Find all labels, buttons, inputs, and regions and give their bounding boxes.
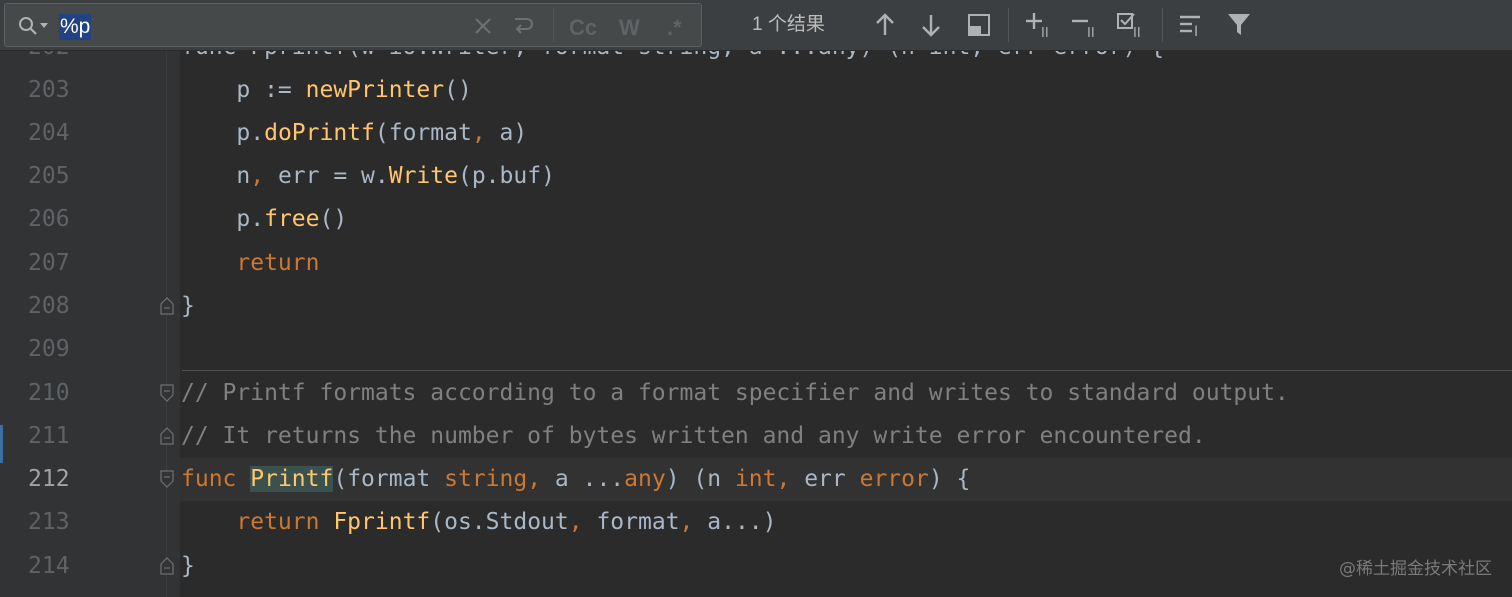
in-selection-icon[interactable] xyxy=(966,11,992,39)
regex-toggle[interactable]: .* xyxy=(667,14,682,42)
code-line-208[interactable]: } xyxy=(181,285,195,328)
match-case-toggle[interactable]: Cc xyxy=(569,14,597,42)
code-line-212[interactable]: func Printf(format string, a ...any) (n … xyxy=(181,458,970,501)
code-line-213[interactable]: return Fprintf(os.Stdout, format, a...) xyxy=(181,501,776,544)
remove-occurrence-icon[interactable]: II xyxy=(1070,11,1102,41)
fold-end-icon[interactable] xyxy=(160,297,174,315)
line-number: 205 xyxy=(28,163,70,189)
add-occurrence-icon[interactable]: II xyxy=(1024,11,1056,41)
search-history-icon[interactable] xyxy=(17,14,48,38)
fold-end-icon[interactable] xyxy=(160,557,174,575)
arrow-down-icon[interactable] xyxy=(918,11,944,39)
search-query[interactable]: %p xyxy=(59,14,92,40)
code-line-211[interactable]: // It returns the number of bytes writte… xyxy=(181,415,1206,458)
divider xyxy=(1162,8,1163,42)
svg-text:II: II xyxy=(1041,26,1049,39)
arrow-up-icon[interactable] xyxy=(872,11,898,39)
identifier-highlight: Printf xyxy=(250,466,334,492)
whole-words-toggle[interactable]: W xyxy=(619,14,640,42)
line-number: 209 xyxy=(28,336,70,362)
change-marker xyxy=(0,425,3,463)
code-line-210[interactable]: // Printf formats according to a format … xyxy=(181,372,1289,415)
code-line-204[interactable]: p.doPrintf(format, a) xyxy=(181,112,527,155)
line-number: 210 xyxy=(28,380,70,406)
fold-start-icon[interactable] xyxy=(160,384,174,402)
line-number: 208 xyxy=(28,293,70,319)
line-number-gutter[interactable] xyxy=(0,51,180,597)
svg-text:II: II xyxy=(1087,26,1095,39)
watermark: @稀土掘金技术社区 xyxy=(1339,559,1492,579)
results-count: 1 个结果 xyxy=(752,14,825,35)
line-number: 207 xyxy=(28,250,70,276)
code-line-214[interactable]: } xyxy=(181,545,195,588)
funnel-icon[interactable] xyxy=(1226,11,1252,39)
filter-lines-icon[interactable]: I xyxy=(1178,11,1208,40)
line-number-current: 212 xyxy=(28,466,70,492)
divider xyxy=(1008,8,1009,42)
method-separator xyxy=(182,370,1512,371)
code-line-207[interactable]: return xyxy=(181,242,319,285)
line-number: 213 xyxy=(28,509,70,535)
svg-text:II: II xyxy=(1133,26,1141,39)
select-all-occurrences-icon[interactable]: II xyxy=(1116,11,1148,41)
fold-rail xyxy=(166,51,167,597)
fold-start-icon[interactable] xyxy=(160,470,174,488)
new-line-icon[interactable] xyxy=(509,14,533,38)
line-number: 203 xyxy=(28,77,70,103)
fold-end-icon[interactable] xyxy=(160,427,174,445)
code-line-203[interactable]: p := newPrinter() xyxy=(181,69,471,112)
code-line-206[interactable]: p.free() xyxy=(181,198,347,241)
search-field[interactable]: %p Cc W .* xyxy=(4,3,702,47)
code-line-205[interactable]: n, err = w.Write(p.buf) xyxy=(181,155,555,198)
divider xyxy=(553,8,554,42)
line-number: 204 xyxy=(28,120,70,146)
find-bar: %p Cc W .* 1 个结果 II II II I xyxy=(0,0,1512,51)
line-number: 214 xyxy=(28,553,70,579)
svg-text:I: I xyxy=(1194,24,1198,39)
clear-icon[interactable] xyxy=(471,14,495,38)
line-number: 211 xyxy=(28,423,70,449)
line-number: 206 xyxy=(28,206,70,232)
